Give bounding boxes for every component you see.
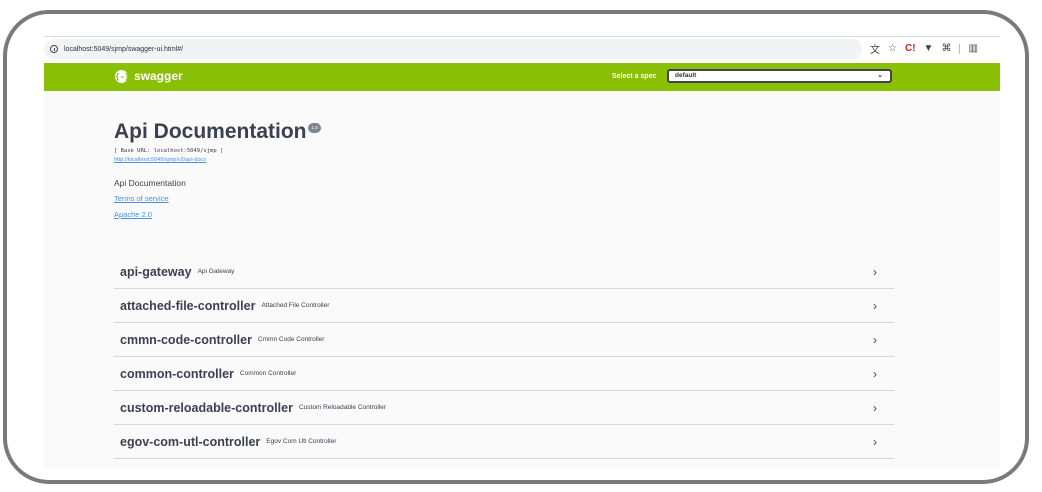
browser-toolbar: localhost:5049/sjmp/swagger-ui.html#/ 文 …: [44, 36, 1000, 63]
chevron-right-icon[interactable]: ›: [873, 333, 877, 347]
tag-name[interactable]: api-gateway: [120, 265, 192, 279]
chevron-right-icon[interactable]: ›: [873, 435, 877, 449]
swagger-topbar: {-} swagger Select a spec default ⌄: [44, 63, 1000, 91]
translate-icon[interactable]: 文: [870, 41, 880, 56]
tag-row-entyty-info-controller[interactable]: entyty-info-controllerEntyty Info Contro…: [114, 459, 894, 468]
tag-description: Custom Reloadable Controller: [298, 404, 387, 411]
extension-c-icon[interactable]: C!: [905, 43, 916, 54]
version-badge: 1.0: [308, 123, 321, 133]
tag-description: Cmmn Code Controller: [257, 336, 325, 343]
tag-row-custom-reloadable-controller[interactable]: custom-reloadable-controller Custom Reloa…: [114, 391, 894, 425]
chevron-right-icon[interactable]: ›: [873, 299, 877, 313]
site-info-icon[interactable]: [50, 45, 58, 53]
base-url: [ Base URL: localhost:5049/sjmp ]: [114, 148, 224, 154]
page-title: Api Documentation: [114, 120, 307, 143]
tag-row-egov-com-utl-controller[interactable]: egov-com-utl-controller Egov Com Utl Cont…: [114, 425, 894, 459]
star-icon[interactable]: ☆: [888, 43, 897, 54]
tag-name[interactable]: attached-file-controller: [120, 299, 255, 313]
api-description: Api Documentation: [114, 178, 186, 188]
chevron-right-icon[interactable]: ›: [873, 265, 877, 279]
browser-actions: 文 ☆ C! ▼ ⌘ ▥: [862, 41, 978, 56]
puzzle-icon[interactable]: ⌘: [941, 43, 951, 54]
tag-description: Common Controller: [239, 370, 297, 377]
tag-row-attached-file-controller[interactable]: attached-file-controller Attached File Co…: [114, 289, 894, 323]
tag-description: Egov Com Utl Controller: [266, 438, 337, 445]
tag-list: api-gateway Api Gateway › attached-file-con…: [114, 255, 894, 468]
tag-name[interactable]: common-controller: [120, 367, 234, 381]
filter-icon[interactable]: ▼: [924, 43, 934, 54]
spec-select-value: default: [675, 72, 697, 79]
spec-label: Select a spec: [612, 73, 657, 80]
tag-row-cmmn-code-controller[interactable]: cmmn-code-controller Cmmn Code Controller…: [114, 323, 894, 357]
tag-name[interactable]: cmmn-code-controller: [120, 333, 252, 347]
tag-row-common-controller[interactable]: common-controller Common Controller ›: [114, 357, 894, 391]
terms-of-service-link[interactable]: Terms of service: [114, 194, 169, 203]
tag-description: Api Gateway: [197, 268, 235, 275]
swagger-logo-text[interactable]: swagger: [134, 69, 183, 83]
tag-name[interactable]: egov-com-utl-controller: [120, 435, 260, 449]
chevron-right-icon[interactable]: ›: [873, 367, 877, 381]
tag-row-api-gateway[interactable]: api-gateway Api Gateway ›: [114, 255, 894, 289]
chevron-down-icon: ⌄: [877, 72, 883, 79]
swagger-logo-icon[interactable]: {-}: [115, 70, 129, 83]
chevron-right-icon[interactable]: ›: [873, 401, 877, 415]
address-bar[interactable]: localhost:5049/sjmp/swagger-ui.html#/: [44, 39, 862, 59]
address-text[interactable]: localhost:5049/sjmp/swagger-ui.html#/: [64, 46, 183, 53]
divider: [959, 43, 961, 54]
screenshot-frame: localhost:5049/sjmp/swagger-ui.html#/ 文 …: [3, 10, 1029, 484]
api-docs-link[interactable]: http://localhost:5049/sjmp/v2/api-docs: [114, 157, 206, 163]
browser-viewport: localhost:5049/sjmp/swagger-ui.html#/ 文 …: [44, 36, 1000, 468]
tag-name[interactable]: custom-reloadable-controller: [120, 401, 293, 415]
tag-description: Attached File Controller: [261, 302, 330, 309]
spec-select[interactable]: default ⌄: [667, 69, 892, 83]
sidebar-icon[interactable]: ▥: [968, 43, 977, 54]
license-link[interactable]: Apache 2.0: [114, 210, 152, 219]
